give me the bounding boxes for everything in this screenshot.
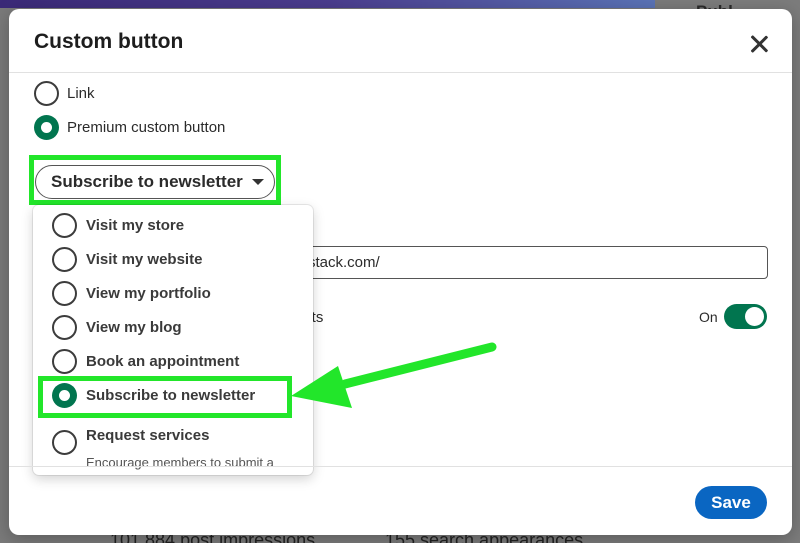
arrow-shaft: [340, 342, 497, 389]
annotation-arrow-icon: [291, 342, 497, 408]
arrow-head: [291, 366, 352, 408]
